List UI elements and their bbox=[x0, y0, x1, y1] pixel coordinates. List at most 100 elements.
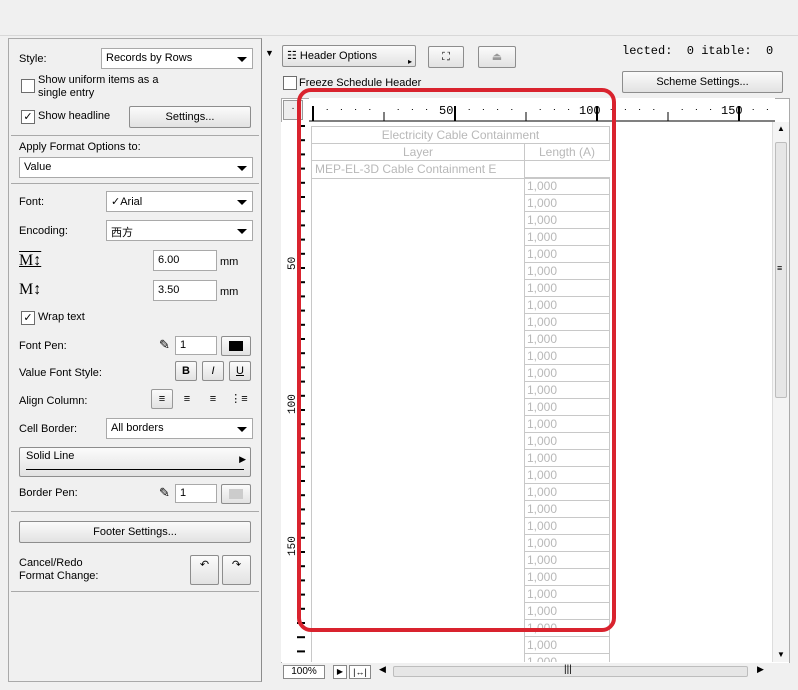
font-pen-color-button[interactable] bbox=[221, 336, 251, 356]
length-cell: 1,000 bbox=[524, 279, 610, 297]
uniform-checkbox[interactable] bbox=[21, 79, 35, 93]
cell-border-value: All borders bbox=[111, 422, 164, 434]
wrap-label: Wrap text bbox=[38, 311, 85, 323]
scroll-up-icon[interactable]: ▲ bbox=[777, 124, 785, 133]
apply-label: Apply Format Options to: bbox=[19, 141, 141, 153]
style-dropdown[interactable]: Records by Rows bbox=[101, 48, 253, 69]
border-pen-input[interactable]: 1 bbox=[175, 484, 217, 503]
freeze-header-checkbox[interactable] bbox=[283, 76, 297, 90]
line-type-button[interactable]: Solid Line ▶ bbox=[19, 447, 251, 477]
wrap-checkbox[interactable]: ✓ bbox=[21, 311, 35, 325]
font-pen-label: Font Pen: bbox=[19, 340, 67, 352]
vertical-scrollbar[interactable]: ▲ ≡ ▼ bbox=[772, 122, 789, 662]
vruler-label-50: 50 bbox=[287, 257, 299, 270]
collapse-arrow-icon[interactable]: ▼ bbox=[265, 48, 274, 58]
cell-border-dropdown[interactable]: All borders bbox=[106, 418, 253, 439]
zoom-menu-icon[interactable]: ▶ bbox=[333, 665, 347, 679]
font-label: Font: bbox=[19, 196, 45, 208]
headline-checkbox[interactable]: ✓ bbox=[21, 110, 35, 124]
ruler-label-150: 150 bbox=[721, 104, 743, 118]
cancel-redo-label: Cancel/Redo Format Change: bbox=[19, 557, 99, 582]
ruler-label-100: 100 bbox=[579, 104, 601, 118]
length-cell: 1,000 bbox=[524, 551, 610, 569]
length-cell: 1,000 bbox=[524, 653, 610, 662]
header-layer: Layer bbox=[311, 143, 525, 161]
line-spacing-input[interactable]: 3.50 bbox=[153, 280, 217, 301]
text-height-input[interactable]: 6.00 bbox=[153, 250, 217, 271]
font-pen-input[interactable]: 1 bbox=[175, 336, 217, 355]
header-options-label: Header Options bbox=[299, 50, 377, 62]
encoding-value: 西方 bbox=[111, 227, 133, 239]
scroll-right-icon[interactable]: ▶ bbox=[757, 664, 764, 675]
length-cell: 1,000 bbox=[524, 228, 610, 246]
divider bbox=[11, 591, 259, 592]
schedule-table[interactable]: Electricity Cable Containment Layer Leng… bbox=[311, 126, 611, 662]
length-cell: 1,000 bbox=[524, 534, 610, 552]
length-cell: 1,000 bbox=[524, 177, 610, 195]
solid-line-preview bbox=[26, 469, 244, 470]
align-right-icon[interactable]: ≡ bbox=[202, 389, 224, 409]
align-center-icon[interactable]: ≡ bbox=[176, 389, 198, 409]
border-pen-label: Border Pen: bbox=[19, 487, 78, 499]
font-dropdown[interactable]: ✓Arial bbox=[106, 191, 253, 212]
length-cell: 1,000 bbox=[524, 517, 610, 535]
encoding-label: Encoding: bbox=[19, 225, 68, 237]
length-cell: 1,000 bbox=[524, 262, 610, 280]
apply-value: Value bbox=[24, 161, 52, 173]
line-spacing-icon: M↕ bbox=[19, 281, 42, 298]
layer-cell: MEP-EL-3D Cable Containment E bbox=[311, 160, 525, 662]
length-cell: 1,000 bbox=[524, 296, 610, 314]
length-cell: 1,000 bbox=[524, 568, 610, 586]
cell-border-label: Cell Border: bbox=[19, 423, 78, 435]
fit-width-icon[interactable]: |↔| bbox=[349, 665, 371, 679]
redo-format-icon[interactable]: ↷ bbox=[222, 555, 251, 585]
grip-icon: ||| bbox=[564, 664, 572, 675]
header-options-button[interactable]: ☷ Header Options ▸ bbox=[282, 45, 416, 67]
horizontal-scroll-thumb[interactable]: ||| bbox=[393, 664, 748, 677]
length-cell: 1,000 bbox=[524, 500, 610, 518]
scroll-left-icon[interactable]: ◀ bbox=[379, 664, 386, 675]
border-pen-color-button[interactable] bbox=[221, 484, 251, 504]
length-cell: 1,000 bbox=[524, 415, 610, 433]
fit-icon[interactable]: ⛶ bbox=[428, 46, 464, 68]
italic-button[interactable]: I bbox=[202, 361, 224, 381]
font-value: ✓Arial bbox=[111, 196, 143, 208]
align-label: Align Column: bbox=[19, 395, 88, 407]
length-cell: 1,000 bbox=[524, 211, 610, 229]
upload-icon[interactable]: ⏏ bbox=[478, 46, 516, 68]
footer-settings-button[interactable]: Footer Settings... bbox=[19, 521, 251, 543]
apply-dropdown[interactable]: Value bbox=[19, 157, 253, 178]
freeze-header-label: Freeze Schedule Header bbox=[299, 77, 422, 89]
chevron-down-icon bbox=[237, 229, 247, 234]
vruler-label-150: 150 bbox=[287, 536, 299, 556]
length-cell: 1,000 bbox=[524, 483, 610, 501]
vertical-scroll-thumb[interactable]: ≡ bbox=[775, 142, 787, 398]
header-length: Length (A) bbox=[524, 143, 610, 161]
length-cell: 1,000 bbox=[524, 381, 610, 399]
divider bbox=[11, 135, 259, 136]
length-cell: 1,000 bbox=[524, 194, 610, 212]
scheme-settings-button[interactable]: Scheme Settings... bbox=[622, 71, 783, 93]
zoom-field[interactable]: 100% bbox=[283, 665, 325, 679]
settings-button[interactable]: Settings... bbox=[129, 106, 251, 128]
pen-icon: ✎ bbox=[159, 485, 170, 500]
style-label: Style: bbox=[19, 53, 47, 65]
length-cell: 1,000 bbox=[524, 313, 610, 331]
length-cell: 1,000 bbox=[524, 602, 610, 620]
top-bar bbox=[0, 0, 798, 36]
underline-button[interactable]: U bbox=[229, 361, 251, 381]
align-decimal-icon[interactable]: ⋮≡ bbox=[228, 389, 250, 409]
undo-format-icon[interactable]: ↶ bbox=[190, 555, 219, 585]
bold-button[interactable]: B bbox=[175, 361, 197, 381]
format-options-panel: Style: Records by Rows Show uniform item… bbox=[8, 38, 262, 682]
scroll-down-icon[interactable]: ▼ bbox=[777, 650, 785, 659]
selection-count: lected: 0 itable: 0 bbox=[622, 44, 774, 58]
chevron-down-icon bbox=[237, 200, 247, 205]
encoding-dropdown[interactable]: 西方 bbox=[106, 220, 253, 241]
divider bbox=[11, 511, 259, 512]
chevron-right-icon: ▶ bbox=[239, 454, 246, 464]
length-cell: 1,000 bbox=[524, 466, 610, 484]
align-left-icon[interactable]: ≡ bbox=[151, 389, 173, 409]
length-cell: 1,000 bbox=[524, 636, 610, 654]
chevron-right-icon: ▸ bbox=[407, 57, 412, 66]
